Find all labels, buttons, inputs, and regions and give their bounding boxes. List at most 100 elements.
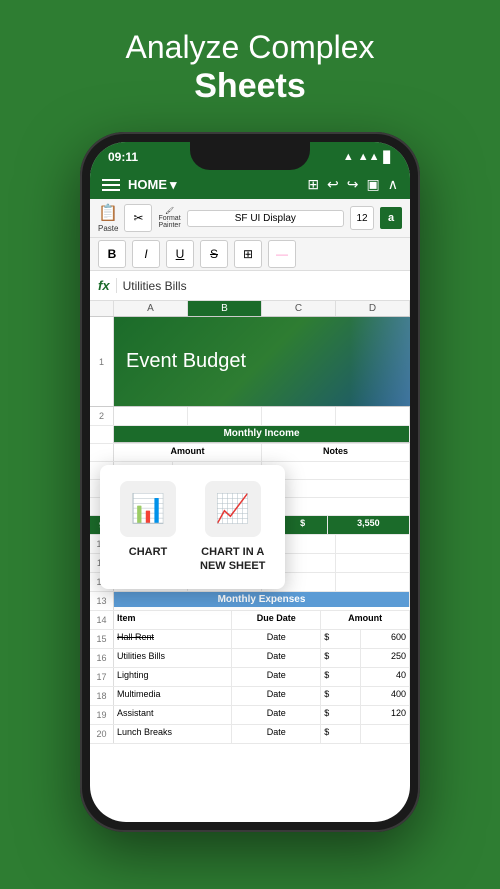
home-menu[interactable]: HOME ▾ bbox=[128, 177, 177, 193]
exp-20-item[interactable]: Lunch Breaks bbox=[114, 725, 232, 743]
cut-button[interactable]: ✂ bbox=[124, 204, 152, 232]
expand-icon[interactable]: ∧ bbox=[388, 176, 398, 193]
exp-20-dollar[interactable]: $ bbox=[321, 725, 360, 743]
exp-19-item[interactable]: Assistant bbox=[114, 706, 232, 724]
col-header-c[interactable]: C bbox=[262, 301, 336, 316]
exp-16-amount[interactable]: 250 bbox=[361, 649, 410, 667]
signal-icon: ▲▲ bbox=[358, 151, 380, 163]
exp-15-item[interactable]: Hall Rent bbox=[114, 630, 232, 648]
status-icons: ▲ ▲▲ ▊ bbox=[343, 151, 392, 164]
header: Analyze Complex Sheets bbox=[106, 0, 395, 127]
exp-15-date[interactable]: Date bbox=[232, 630, 321, 648]
row-num-17: 17 bbox=[90, 668, 114, 686]
row-num-19: 19 bbox=[90, 706, 114, 724]
chart-popup: 📊 CHART 📈 CHART IN ANEW SHEET bbox=[100, 465, 285, 590]
cell-2c[interactable] bbox=[262, 407, 336, 425]
income-col-headers: Amount Notes bbox=[90, 444, 410, 462]
col-header-d[interactable]: D bbox=[336, 301, 410, 316]
chart-new-sheet-icon: 📈 bbox=[215, 492, 250, 525]
exp-col-item: Item bbox=[114, 611, 232, 629]
strikethrough-button[interactable]: S bbox=[200, 240, 228, 268]
menu-icon[interactable] bbox=[102, 179, 120, 191]
format-bar-1: 📋 Paste ✂ 🖌 FormatPainter SF UI Display … bbox=[90, 199, 410, 238]
format-painter-label: FormatPainter bbox=[158, 215, 180, 229]
expenses-header: Monthly Expenses bbox=[114, 592, 410, 607]
format-painter-icon: 🖌 bbox=[165, 207, 174, 215]
row-num-16: 16 bbox=[90, 649, 114, 667]
home-label-text: HOME bbox=[128, 177, 167, 192]
income-header-row: Monthly Income bbox=[90, 426, 410, 444]
exp-row-19: 19 Assistant Date $ 120 bbox=[90, 706, 410, 725]
paste-button[interactable]: 📋 Paste bbox=[98, 203, 118, 233]
format-painter-button[interactable]: 🖌 FormatPainter bbox=[158, 207, 180, 229]
exp-18-date[interactable]: Date bbox=[232, 687, 321, 705]
exp-16-item[interactable]: Utilities Bills bbox=[114, 649, 232, 667]
bold-button[interactable]: B bbox=[98, 240, 126, 268]
az-icon: a bbox=[380, 207, 402, 229]
paste-label: Paste bbox=[98, 224, 118, 233]
cell-2b[interactable] bbox=[188, 407, 262, 425]
undo-icon[interactable]: ↩ bbox=[327, 176, 339, 193]
exp-15-amount[interactable]: 600 bbox=[361, 630, 410, 648]
exp-row-20: 20 Lunch Breaks Date $ bbox=[90, 725, 410, 744]
format-bar-2: B I U S ⊞ — bbox=[90, 238, 410, 271]
italic-button[interactable]: I bbox=[132, 240, 160, 268]
exp-18-amount[interactable]: 400 bbox=[361, 687, 410, 705]
border-button[interactable]: ⊞ bbox=[234, 240, 262, 268]
exp-19-dollar[interactable]: $ bbox=[321, 706, 360, 724]
spreadsheet: 1 Event Budget 2 Monthly Income bbox=[90, 317, 410, 744]
font-size[interactable]: 12 bbox=[350, 206, 374, 230]
chart-label: CHART bbox=[129, 545, 168, 559]
font-selector[interactable]: SF UI Display bbox=[187, 210, 344, 227]
main-toolbar: HOME ▾ ⊞ ↩ ↪ ▣ ∧ bbox=[90, 170, 410, 199]
exp-18-dollar[interactable]: $ bbox=[321, 687, 360, 705]
exp-row-15: 15 Hall Rent Date $ 600 bbox=[90, 630, 410, 649]
banner-row: 1 Event Budget bbox=[90, 317, 410, 407]
col-header-b[interactable]: B bbox=[188, 301, 262, 316]
phone-screen: 09:11 ▲ ▲▲ ▊ HOME ▾ bbox=[90, 142, 410, 822]
exp-17-item[interactable]: Lighting bbox=[114, 668, 232, 686]
total-amount: 3,550 bbox=[328, 516, 410, 534]
header-line1: Analyze Complex bbox=[126, 28, 375, 66]
layout-icon[interactable]: ▣ bbox=[367, 176, 380, 193]
formula-bar: fx Utilities Bills bbox=[90, 271, 410, 301]
exp-19-date[interactable]: Date bbox=[232, 706, 321, 724]
highlight-button[interactable]: — bbox=[268, 240, 296, 268]
income-col-notes: Notes bbox=[262, 444, 410, 461]
income-header: Monthly Income bbox=[114, 426, 410, 442]
chart-new-sheet-label: CHART IN ANEW SHEET bbox=[200, 545, 265, 574]
exp-16-date[interactable]: Date bbox=[232, 649, 321, 667]
expenses-header-row: 13 Monthly Expenses bbox=[90, 592, 410, 611]
grid-icon[interactable]: ⊞ bbox=[307, 176, 319, 193]
chart-button[interactable]: 📊 CHART bbox=[120, 481, 176, 574]
cell-2d[interactable] bbox=[336, 407, 410, 425]
toolbar-right: ⊞ ↩ ↪ ▣ ∧ bbox=[307, 176, 398, 193]
row-num-2: 2 bbox=[90, 407, 114, 425]
exp-18-item[interactable]: Multimedia bbox=[114, 687, 232, 705]
exp-17-date[interactable]: Date bbox=[232, 668, 321, 686]
phone-notch bbox=[190, 142, 310, 170]
exp-19-amount[interactable]: 120 bbox=[361, 706, 410, 724]
exp-15-dollar[interactable]: $ bbox=[321, 630, 360, 648]
income-col-amount: Amount bbox=[114, 444, 262, 461]
exp-20-amount[interactable] bbox=[361, 725, 410, 743]
exp-col-date: Due Date bbox=[232, 611, 321, 629]
row-num-18: 18 bbox=[90, 687, 114, 705]
dropdown-arrow: ▾ bbox=[170, 177, 177, 193]
row-num-20: 20 bbox=[90, 725, 114, 743]
exp-17-amount[interactable]: 40 bbox=[361, 668, 410, 686]
redo-icon[interactable]: ↪ bbox=[347, 176, 359, 193]
cell-2a[interactable] bbox=[114, 407, 188, 425]
exp-col-amount: Amount bbox=[321, 611, 410, 629]
exp-17-dollar[interactable]: $ bbox=[321, 668, 360, 686]
phone-mockup: 09:11 ▲ ▲▲ ▊ HOME ▾ bbox=[80, 132, 420, 832]
underline-button[interactable]: U bbox=[166, 240, 194, 268]
row-num-15: 15 bbox=[90, 630, 114, 648]
exp-row-17: 17 Lighting Date $ 40 bbox=[90, 668, 410, 687]
row-num-14: 14 bbox=[90, 611, 114, 629]
exp-20-date[interactable]: Date bbox=[232, 725, 321, 743]
chart-new-sheet-button[interactable]: 📈 CHART IN ANEW SHEET bbox=[200, 481, 265, 574]
toolbar-left: HOME ▾ bbox=[102, 177, 177, 193]
col-header-a[interactable]: A bbox=[114, 301, 188, 316]
exp-16-dollar[interactable]: $ bbox=[321, 649, 360, 667]
